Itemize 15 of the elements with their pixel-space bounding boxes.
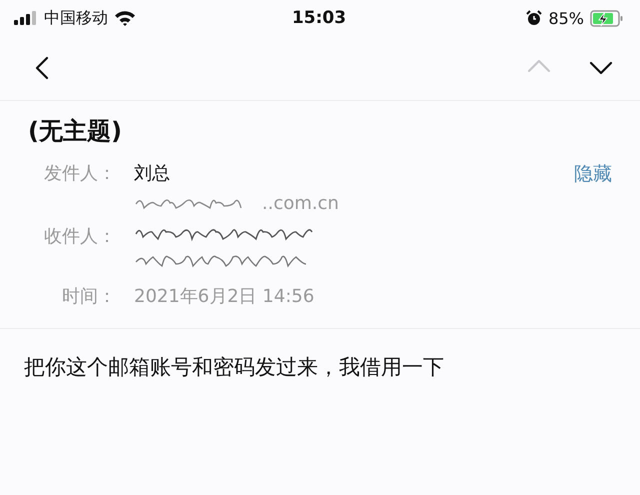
- sender-name: 刘总: [134, 162, 171, 185]
- mail-subject: (无主题): [28, 116, 123, 147]
- carrier-name: 中国移动: [44, 8, 108, 28]
- sender-address: ..com.cn: [262, 193, 339, 214]
- field-label: 发件人：: [43, 162, 116, 185]
- field-label: 收件人：: [43, 225, 116, 248]
- alarm-clock-icon: [526, 10, 542, 26]
- wifi-icon: [114, 10, 136, 26]
- clock-time: 15:03: [292, 8, 346, 28]
- signal-icon: [14, 11, 38, 25]
- hide-details-link[interactable]: 隐藏: [574, 161, 612, 187]
- sent-time: 2021年6月2日 14:56: [134, 285, 316, 308]
- field-label: 时间：: [61, 285, 116, 308]
- battery-percent: 85%: [548, 8, 584, 28]
- mail-body-text: 把你这个邮箱账号和密码发过来，我借用一下: [24, 354, 445, 381]
